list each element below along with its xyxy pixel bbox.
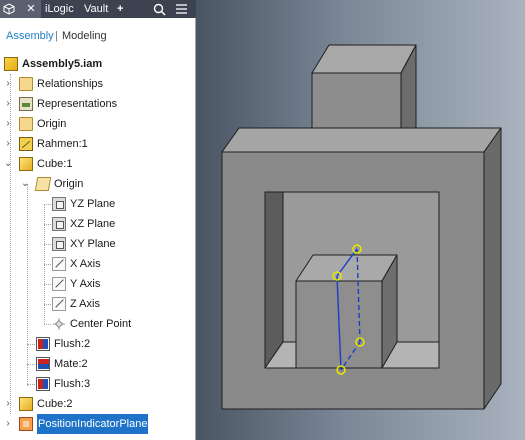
plane-icon [52,237,66,251]
axis-icon [52,277,66,291]
tree-node-cube-2[interactable]: › Cube:2 [0,394,195,414]
part-icon [19,397,33,411]
tree-node-label: Representations [37,98,118,110]
tree-node-label: Flush:2 [54,338,91,350]
chevron-right-icon[interactable]: › [4,134,12,154]
frame-side-face [483,127,502,410]
model-tab-cube-icon[interactable] [3,0,21,18]
folder-open-icon [34,177,52,191]
hole-left-wall [264,191,284,369]
tree-node-cube-1[interactable]: ⌄ Cube:1 [0,154,195,174]
tree-node-label: Cube:2 [37,398,73,410]
tree-node-rahmen[interactable]: › Rahmen:1 [0,134,195,154]
tree-node-xy-plane[interactable]: XY Plane [0,234,195,254]
tree-node-label: Cube:1 [37,158,73,170]
tree-node-origin[interactable]: › Origin [0,114,195,134]
tree-node-z-axis[interactable]: Z Axis [0,294,195,314]
assembly-icon [4,57,18,71]
tree-node-xz-plane[interactable]: XZ Plane [0,214,195,234]
tree-node-label: Origin [54,178,84,190]
modeling-view-link[interactable]: Modeling [62,26,107,46]
view-separator: | [55,30,58,42]
mate-constraint-icon [36,357,50,371]
folder-icon [19,77,33,91]
tree-node-label: YZ Plane [70,198,116,210]
assembly-view-link[interactable]: Assembly [6,26,54,46]
folder-icon [19,117,33,131]
tree-node-assembly[interactable]: Assembly5.iam [0,54,195,74]
browser-tab-bar: ✕ iLogic Vault + [0,0,196,18]
tree-node-label: Origin [37,118,67,130]
center-point-icon [52,317,66,331]
chevron-right-icon[interactable]: › [4,74,12,94]
tree-node-label: Flush:3 [54,378,91,390]
axis-icon [52,257,66,271]
flush-constraint-icon [36,337,50,351]
chevron-down-icon[interactable]: ⌄ [4,154,12,174]
search-icon[interactable] [153,0,166,18]
3d-model-scene[interactable] [196,0,525,440]
tree-node-mate-2[interactable]: Mate:2 [0,354,195,374]
position-plane-icon [19,417,33,431]
tab-ilogic[interactable]: iLogic [45,0,74,18]
tree-node-x-axis[interactable]: X Axis [0,254,195,274]
3d-viewport[interactable] [196,0,525,440]
add-tab-button[interactable]: + [117,0,123,18]
tree-node-label: X Axis [70,258,101,270]
tree-node-center-point[interactable]: Center Point [0,314,195,334]
tree-node-label: Y Axis [70,278,101,290]
chevron-right-icon[interactable]: › [4,94,12,114]
tree-node-label: Mate:2 [54,358,88,370]
model-browser-panel: ✕ iLogic Vault + Assembly | Modeling Ass… [0,0,196,440]
hamburger-menu-icon[interactable] [175,0,188,18]
tree-node-yz-plane[interactable]: YZ Plane [0,194,195,214]
tab-vault[interactable]: Vault [84,0,108,18]
tree-node-label: Relationships [37,78,104,90]
tree-node-cube-origin[interactable]: ⌄ Origin [0,174,195,194]
tree-node-label: XZ Plane [70,218,116,230]
close-tab-icon[interactable]: ✕ [24,0,38,18]
plane-icon [52,217,66,231]
tree-node-flush-3[interactable]: Flush:3 [0,374,195,394]
representations-icon [19,97,33,111]
tree-node-label: Assembly5.iam [22,58,103,70]
tree-node-representations[interactable]: › Representations [0,94,195,114]
chevron-right-icon[interactable]: › [4,414,12,434]
tree-node-label: PositionIndicatorPlane [37,414,149,434]
tree-node-position-indicator-plane[interactable]: › PositionIndicatorPlane [0,414,195,434]
weldment-part-icon [19,137,33,151]
inner-cube-top-face [295,254,398,282]
tree-node-relationships[interactable]: › Relationships [0,74,195,94]
frame-top-face [221,127,502,153]
flush-constraint-icon [36,377,50,391]
tree-node-y-axis[interactable]: Y Axis [0,274,195,294]
tree-node-label: XY Plane [70,238,116,250]
chevron-right-icon[interactable]: › [4,394,12,414]
tree-node-label: Rahmen:1 [37,138,88,150]
part-icon [19,157,33,171]
tree-node-flush-2[interactable]: Flush:2 [0,334,195,354]
chevron-down-icon[interactable]: ⌄ [21,174,29,194]
chevron-right-icon[interactable]: › [4,114,12,134]
plane-icon [52,197,66,211]
tree-node-label: Z Axis [70,298,100,310]
tree-node-label: Center Point [70,318,132,330]
axis-icon [52,297,66,311]
top-cube-top-face [311,44,417,74]
